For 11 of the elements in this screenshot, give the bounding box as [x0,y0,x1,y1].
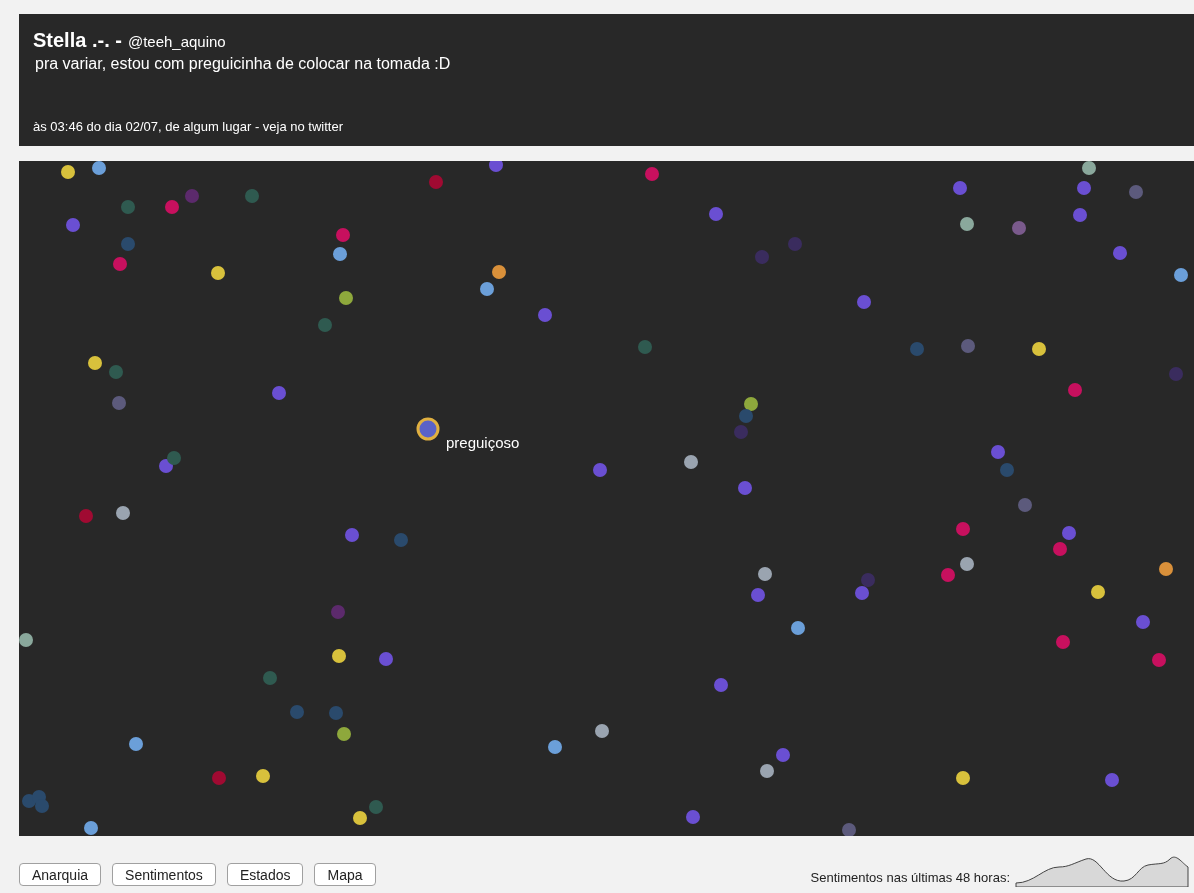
view-button[interactable]: Estados [226,863,304,886]
author-handle: @teeh_aquino [127,32,226,52]
view-button[interactable]: Mapa [314,863,376,886]
dot-label: preguiçoso [446,433,520,453]
view-button[interactable]: Sentimentos [112,863,216,886]
tweet-text: pra variar, estou com preguicinha de colocar na tomada :D [35,53,452,74]
view-button[interactable]: Anarquia [19,863,102,886]
author-name: Stella .-. - [33,28,122,52]
sparkline-label: Sentimentos nas últimas 48 horas: [810,868,1010,887]
highlighted-dot-icon [416,417,440,441]
tweet-meta: às 03:46 do dia 02/07, de algum lugar - veja no twitter [33,117,345,136]
